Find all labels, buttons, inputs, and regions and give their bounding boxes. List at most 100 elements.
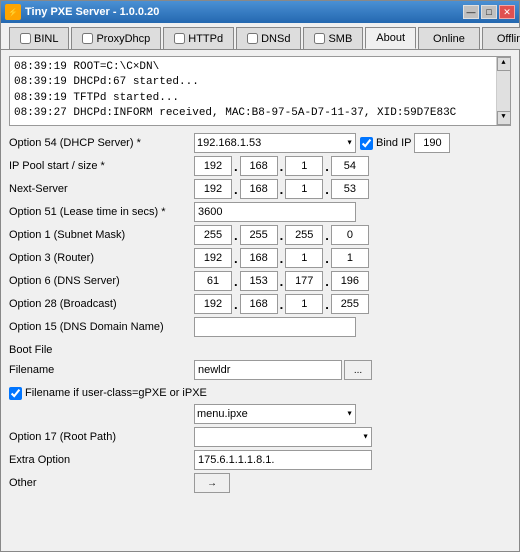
dnsd-checkbox[interactable]: [247, 33, 258, 44]
tab-proxydhcp-label: ProxyDhcp: [96, 33, 150, 45]
other-arrow-button[interactable]: →: [194, 473, 230, 493]
tab-online[interactable]: Online: [418, 27, 480, 49]
nextserver-ip-group: . . .: [194, 179, 369, 199]
tab-bar: BINL ProxyDhcp HTTPd DNSd SMB About Onli…: [1, 23, 519, 49]
nextserver-octet-a[interactable]: [194, 179, 232, 199]
nextserver-label: Next-Server: [9, 183, 194, 195]
opt28-octet-b[interactable]: [240, 294, 278, 314]
opt54-row: Option 54 (DHCP Server) * 192.168.1.53 B…: [9, 132, 511, 154]
opt15-row: Option 15 (DNS Domain Name): [9, 316, 511, 338]
opt17-row: Option 17 (Root Path): [9, 426, 511, 448]
opt54-dropdown-wrapper: 192.168.1.53: [194, 133, 356, 153]
opt1-octet-a[interactable]: [194, 225, 232, 245]
extra-input[interactable]: [194, 450, 372, 470]
ippool-octet-d[interactable]: [331, 156, 369, 176]
tab-proxydhcp[interactable]: ProxyDhcp: [71, 27, 161, 49]
opt17-select[interactable]: [194, 427, 372, 447]
ippool-octet-c[interactable]: [285, 156, 323, 176]
opt1-label: Option 1 (Subnet Mask): [9, 229, 194, 241]
opt6-octet-b[interactable]: [240, 271, 278, 291]
opt6-row: Option 6 (DNS Server) . . .: [9, 270, 511, 292]
extra-label: Extra Option: [9, 454, 194, 466]
bind-ip-input[interactable]: [414, 133, 450, 153]
tab-dnsd[interactable]: DNSd: [236, 27, 301, 49]
opt28-row: Option 28 (Broadcast) . . .: [9, 293, 511, 315]
ip-dot-1: .: [234, 159, 238, 174]
opt6-ip-group: . . .: [194, 271, 369, 291]
ippool-octet-b[interactable]: [240, 156, 278, 176]
ip-dot-4: .: [234, 182, 238, 197]
opt1-octet-d[interactable]: [331, 225, 369, 245]
tab-binl-label: BINL: [34, 33, 58, 45]
opt28-label: Option 28 (Broadcast): [9, 298, 194, 310]
opt17-dropdown-wrapper: [194, 427, 372, 447]
binl-checkbox[interactable]: [20, 33, 31, 44]
nextserver-octet-c[interactable]: [285, 179, 323, 199]
boot-file-section: Boot File: [9, 342, 511, 358]
bind-ip-label: Bind IP: [376, 137, 411, 149]
filename-label: Filename: [9, 364, 194, 376]
opt3-octet-b[interactable]: [240, 248, 278, 268]
opt28-octet-c[interactable]: [285, 294, 323, 314]
tab-offline-label: Offline: [497, 33, 520, 45]
opt54-select[interactable]: 192.168.1.53: [194, 133, 356, 153]
browse-button[interactable]: ...: [344, 360, 372, 380]
tab-httpd[interactable]: HTTPd: [163, 27, 234, 49]
opt54-label: Option 54 (DHCP Server) *: [9, 137, 194, 149]
opt3-octet-d[interactable]: [331, 248, 369, 268]
scroll-up-button[interactable]: ▲: [497, 57, 511, 71]
filename-row: Filename ...: [9, 359, 511, 381]
tab-offline[interactable]: Offline: [482, 27, 520, 49]
opt6-octet-c[interactable]: [285, 271, 323, 291]
tab-httpd-label: HTTPd: [188, 33, 223, 45]
opt6-label: Option 6 (DNS Server): [9, 275, 194, 287]
opt1-octet-c[interactable]: [285, 225, 323, 245]
opt6-octet-a[interactable]: [194, 271, 232, 291]
scroll-thumb[interactable]: [497, 71, 510, 111]
scroll-down-button[interactable]: ▼: [497, 111, 511, 125]
boot-file-label: Boot File: [9, 344, 52, 356]
log-line: 08:39:27 DHCPd:INFORM received, MAC:B8-9…: [14, 106, 490, 121]
extra-row: Extra Option: [9, 449, 511, 471]
opt3-label: Option 3 (Router): [9, 252, 194, 264]
bind-ip-group: Bind IP: [360, 133, 450, 153]
opt28-octet-a[interactable]: [194, 294, 232, 314]
menu-select[interactable]: menu.ipxe: [194, 404, 356, 424]
filename-input[interactable]: [194, 360, 342, 380]
opt15-input[interactable]: [194, 317, 356, 337]
opt3-octet-a[interactable]: [194, 248, 232, 268]
nextserver-octet-d[interactable]: [331, 179, 369, 199]
ip-dot-3: .: [325, 159, 329, 174]
close-button[interactable]: ✕: [499, 5, 515, 19]
cb-filename-row: Filename if user-class=gPXE or iPXE: [9, 382, 511, 404]
minimize-button[interactable]: —: [463, 5, 479, 19]
opt3-octet-c[interactable]: [285, 248, 323, 268]
nextserver-row: Next-Server . . .: [9, 178, 511, 200]
nextserver-octet-b[interactable]: [240, 179, 278, 199]
maximize-button[interactable]: □: [481, 5, 497, 19]
tab-binl[interactable]: BINL: [9, 27, 69, 49]
opt28-ip-group: . . .: [194, 294, 369, 314]
opt6-octet-d[interactable]: [331, 271, 369, 291]
ippool-octet-a[interactable]: [194, 156, 232, 176]
opt51-row: Option 51 (Lease time in secs) *: [9, 201, 511, 223]
opt1-octet-b[interactable]: [240, 225, 278, 245]
proxydhcp-checkbox[interactable]: [82, 33, 93, 44]
log-box: 08:39:19 ROOT=C:\C×DN\08:39:19 DHCPd:67 …: [9, 56, 511, 126]
bind-ip-checkbox[interactable]: [360, 137, 373, 150]
opt28-octet-d[interactable]: [331, 294, 369, 314]
ippool-ip-group: . . .: [194, 156, 369, 176]
window-title: Tiny PXE Server - 1.0.0.20: [25, 6, 159, 18]
tab-about[interactable]: About: [365, 27, 416, 49]
opt51-input[interactable]: [194, 202, 356, 222]
ip-dot-2: .: [280, 159, 284, 174]
tab-smb-label: SMB: [328, 33, 352, 45]
httpd-checkbox[interactable]: [174, 33, 185, 44]
ip-dot-6: .: [325, 182, 329, 197]
other-arrow-icon: →: [207, 478, 217, 489]
tab-smb[interactable]: SMB: [303, 27, 363, 49]
title-buttons: — □ ✕: [463, 5, 515, 19]
cb-filename-checkbox[interactable]: [9, 387, 22, 400]
content-area: 08:39:19 ROOT=C:\C×DN\08:39:19 DHCPd:67 …: [1, 49, 519, 551]
smb-checkbox[interactable]: [314, 33, 325, 44]
